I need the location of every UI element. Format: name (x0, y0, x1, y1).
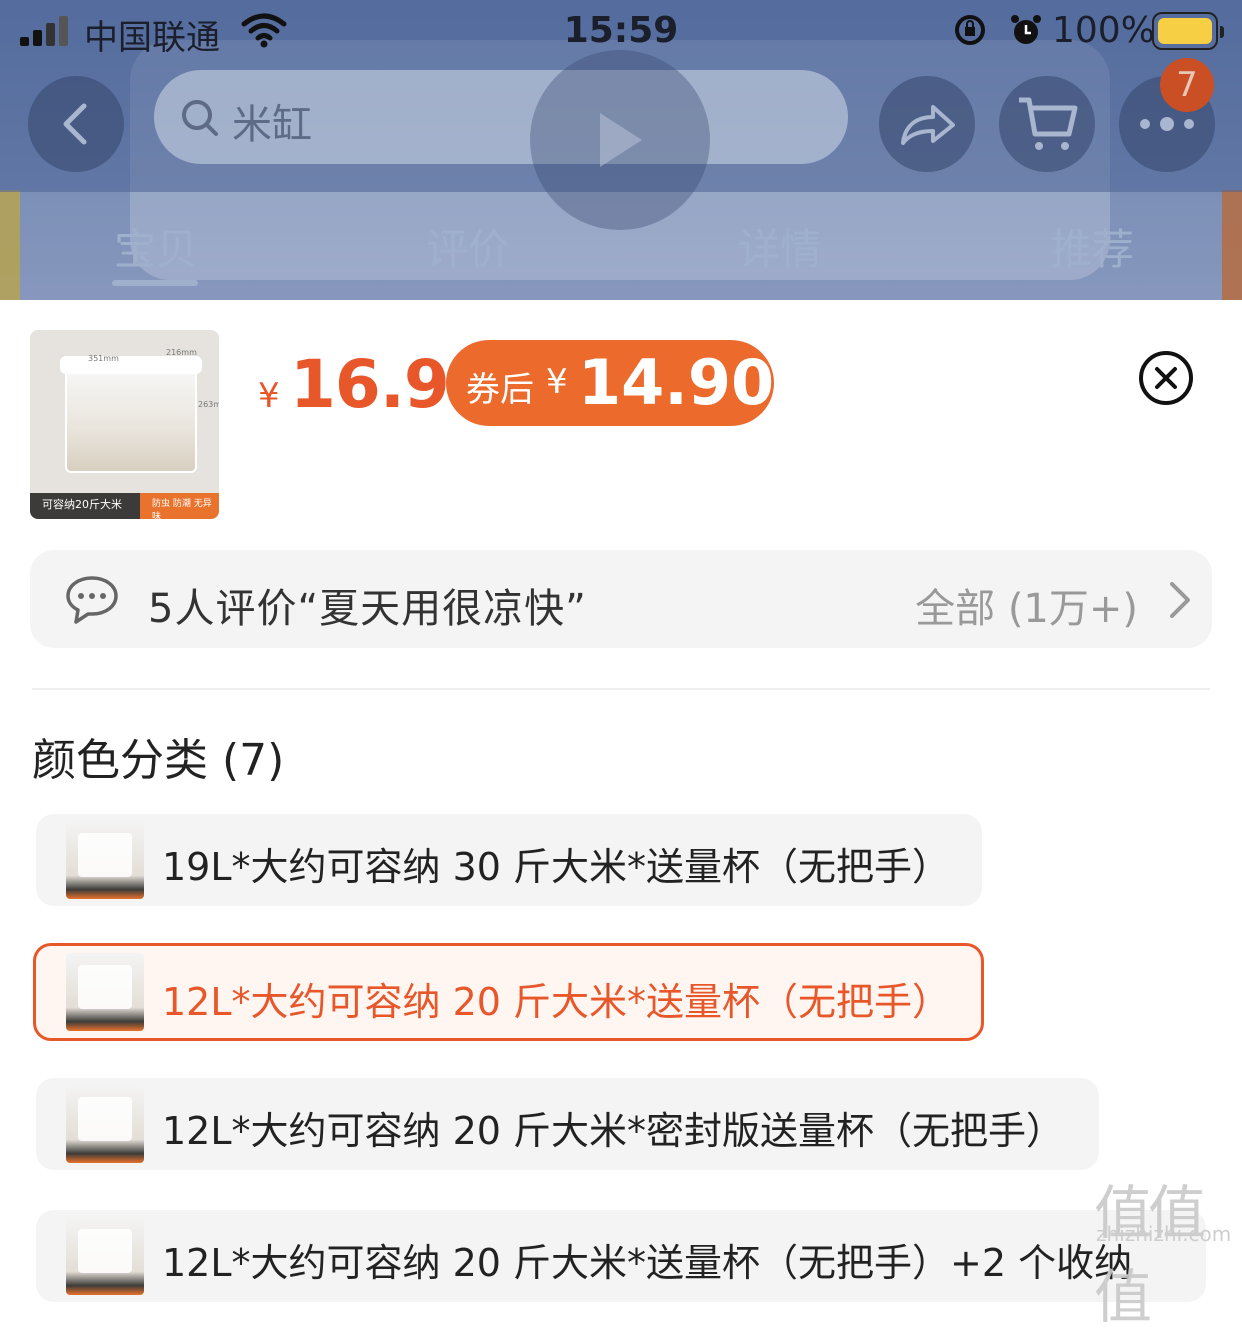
review-summary-bar[interactable]: 5人评价“夏天用很凉快” 全部 (1万+) (30, 550, 1212, 648)
battery-icon (1152, 12, 1224, 50)
back-button[interactable] (28, 76, 124, 172)
coupon-price: 14.90 (578, 346, 775, 419)
option-thumbnail (66, 1085, 144, 1163)
product-thumbnail[interactable]: 351mm 216mm 263mm 可容纳20斤大米 防虫 防潮 无异味 (30, 330, 219, 519)
review-summary-text: 5人评价“夏天用很凉快” (148, 586, 587, 632)
option-thumbnail (66, 821, 144, 899)
watermark-mark: 值值值 (1094, 1179, 1206, 1331)
all-reviews-link[interactable]: 全部 (1万+) (915, 576, 1138, 634)
rotation-lock-icon (955, 15, 985, 45)
tab-reviews[interactable]: 评价 (426, 216, 510, 277)
chevron-right-icon (1170, 582, 1190, 618)
tab-recommend[interactable]: 推荐 (1050, 216, 1134, 277)
search-placeholder: 米缸 (232, 102, 312, 148)
active-tab-indicator (112, 280, 198, 286)
search-icon (182, 100, 218, 136)
thumb-caption-feature: 防虫 防潮 无异味 (152, 499, 212, 519)
divider (32, 688, 1210, 690)
option-thumbnail (66, 953, 144, 1031)
dimension-label: 351mm (88, 354, 119, 363)
cart-button[interactable] (999, 76, 1095, 172)
sku-option-selected[interactable]: 12L*大约可容纳 20 斤大米*送量杯（无把手） (33, 943, 984, 1041)
play-icon (600, 113, 642, 167)
price-currency: ¥ (258, 376, 280, 416)
share-button[interactable] (879, 76, 975, 172)
option-thumbnail (66, 1217, 144, 1295)
watermark-site: zhizhizhi.com (1096, 1222, 1232, 1246)
cart-count-badge: 7 (1160, 58, 1214, 112)
more-icon (1140, 117, 1194, 131)
alarm-icon (1011, 15, 1042, 44)
tab-details[interactable]: 详情 (738, 216, 822, 277)
site-watermark: 值值值 zhizhizhi.com (1094, 1166, 1242, 1334)
sku-option[interactable]: 19L*大约可容纳 30 斤大米*送量杯（无把手） (36, 814, 982, 906)
option-label: 19L*大约可容纳 30 斤大米*送量杯（无把手） (162, 845, 951, 889)
coupon-label: 券后 (466, 370, 534, 410)
coupon-currency: ¥ (546, 362, 568, 402)
search-bar[interactable]: 米缸 (154, 70, 848, 164)
option-group-title: 颜色分类 (7) (32, 735, 285, 786)
price: 16.9 (290, 346, 450, 423)
option-label: 12L*大约可容纳 20 斤大米*送量杯（无把手） (162, 980, 951, 1024)
option-label: 12L*大约可容纳 20 斤大米*送量杯（无把手）+2 个收纳 (162, 1241, 1133, 1285)
tab-product[interactable]: 宝贝 (114, 216, 198, 277)
thumb-caption: 可容纳20斤大米 (42, 498, 122, 511)
coupon-price-pill: 券后 ¥ 14.90 (446, 340, 774, 426)
close-icon[interactable] (1138, 350, 1194, 406)
sku-option[interactable]: 12L*大约可容纳 20 斤大米*送量杯（无把手）+2 个收纳 (36, 1210, 1206, 1302)
battery-percent: 100% (1052, 10, 1155, 51)
share-icon (901, 105, 955, 145)
rice-bin-image (65, 365, 197, 473)
sku-option[interactable]: 12L*大约可容纳 20 斤大米*密封版送量杯（无把手） (36, 1078, 1099, 1170)
dimension-label: 263mm (198, 400, 219, 409)
dimension-label: 216mm (166, 348, 197, 357)
comment-icon (66, 576, 118, 624)
cart-icon (1019, 97, 1078, 150)
back-icon (63, 103, 87, 145)
option-label: 12L*大约可容纳 20 斤大米*密封版送量杯（无把手） (162, 1109, 1065, 1153)
